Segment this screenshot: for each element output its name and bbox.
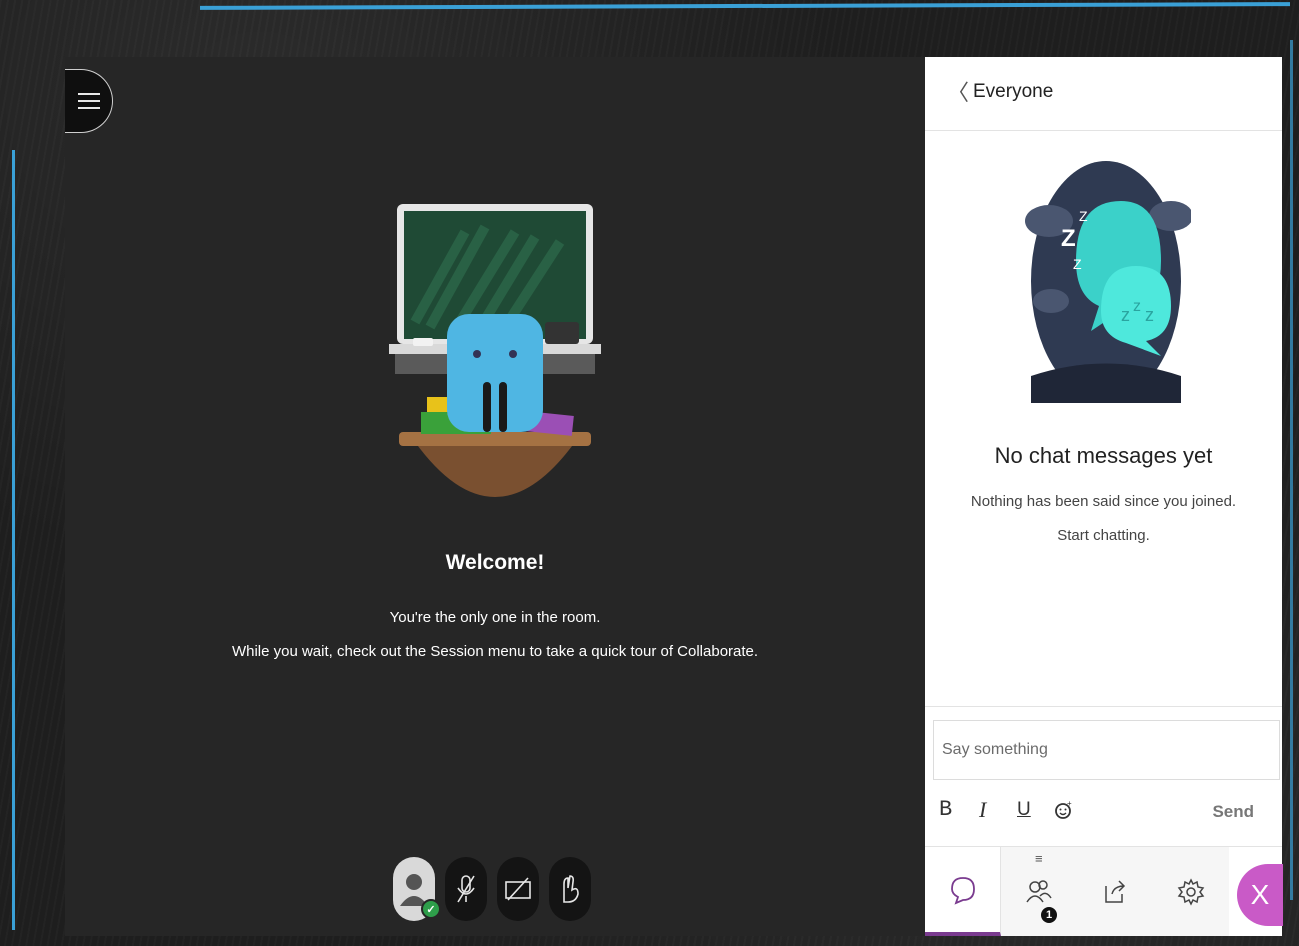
people-icon [1026, 879, 1052, 902]
hamburger-icon [77, 93, 100, 109]
drag-handle-icon: ≡ [1035, 851, 1043, 866]
svg-text:+: + [1067, 800, 1072, 808]
microphone-button[interactable] [445, 857, 487, 921]
bold-button[interactable]: B [939, 797, 952, 822]
chat-message-input[interactable] [933, 720, 1280, 780]
camera-off-icon [505, 877, 531, 901]
svg-text:z: z [1133, 298, 1141, 315]
empty-state-line-2: Start chatting. [1057, 527, 1150, 544]
tab-chat[interactable] [925, 847, 1001, 936]
empty-state-line-1: Nothing has been said since you joined. [970, 493, 1237, 510]
panel-tab-bar: ≡ 1 X [925, 846, 1283, 936]
microphone-off-icon [457, 875, 475, 903]
check-icon: ✓ [421, 899, 441, 919]
chalk-line-left [12, 150, 15, 930]
chat-panel: 〈 Everyone Z Z Z z z z No chat messages … [925, 57, 1283, 936]
welcome-message-line-2: While you wait, check out the Session me… [231, 643, 759, 660]
my-avatar-button[interactable]: ✓ [393, 857, 441, 921]
desk [399, 432, 591, 497]
share-icon [1105, 879, 1126, 903]
svg-text:z: z [1121, 305, 1130, 325]
underline-button[interactable]: U [1017, 799, 1031, 821]
main-stage: Welcome! You're the only one in the room… [65, 57, 925, 936]
session-menu-button[interactable] [65, 69, 113, 133]
camera-button[interactable] [497, 857, 539, 921]
attendee-count-badge: 1 [1041, 907, 1057, 923]
tab-settings[interactable] [1153, 847, 1229, 936]
svg-text:Z: Z [1079, 208, 1088, 224]
svg-text:Z: Z [1073, 256, 1082, 272]
sleeping-chat-illustration: Z Z Z z z z [1025, 161, 1191, 403]
chalk-line-right [1290, 40, 1293, 900]
svg-text:z: z [1145, 305, 1154, 325]
chat-bubble-icon [950, 876, 975, 905]
classroom-illustration [389, 204, 601, 497]
italic-button[interactable]: I [979, 797, 986, 823]
media-controls: ✓ [393, 857, 591, 921]
blackboard-mascot [447, 314, 543, 432]
composer-divider [925, 706, 1282, 707]
tab-attendees[interactable]: ≡ 1 [1001, 847, 1077, 936]
back-chevron-icon[interactable]: 〈 [947, 79, 969, 107]
send-button[interactable]: Send [1206, 801, 1260, 823]
emoji-icon[interactable]: + [1053, 800, 1073, 820]
chat-channel-title: Everyone [973, 81, 1054, 102]
hand-icon [563, 875, 579, 903]
tab-share-content[interactable] [1077, 847, 1153, 936]
close-panel-button[interactable]: X [1237, 864, 1283, 926]
welcome-message-line-1: You're the only one in the room. [389, 609, 601, 626]
raise-hand-button[interactable] [549, 857, 591, 921]
svg-text:Z: Z [1061, 225, 1076, 252]
empty-state-title: No chat messages yet [994, 443, 1213, 468]
chat-header: 〈 Everyone [925, 57, 1282, 131]
gear-icon [1177, 877, 1205, 906]
welcome-title: Welcome! [445, 551, 545, 574]
